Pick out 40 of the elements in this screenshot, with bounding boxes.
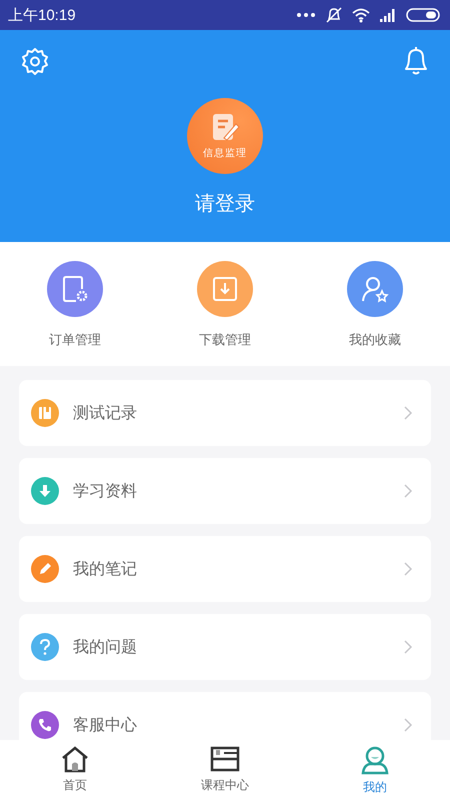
chevron-right-icon — [403, 639, 413, 655]
menu-label: 客服中心 — [73, 714, 138, 736]
home-icon — [60, 745, 90, 773]
notification-bell-icon[interactable] — [402, 46, 430, 76]
settings-icon[interactable] — [19, 46, 51, 78]
chevron-right-icon — [403, 561, 413, 577]
action-label: 我的收藏 — [349, 332, 401, 349]
chevron-right-icon — [403, 717, 413, 733]
menu-item[interactable]: 我的笔记 — [19, 536, 431, 602]
menu-label: 测试记录 — [73, 402, 138, 424]
menu-item[interactable]: 学习资料 — [19, 458, 431, 524]
menu-item[interactable]: 客服中心 — [19, 692, 431, 740]
signal-icon — [379, 8, 397, 22]
battery-icon — [406, 8, 440, 22]
menu-label: 我的问题 — [73, 636, 138, 658]
menu-item[interactable]: 测试记录 — [19, 380, 431, 446]
menu-label: 我的笔记 — [73, 558, 138, 580]
dots-icon — [296, 12, 316, 18]
quick-action[interactable]: 我的收藏 — [300, 242, 450, 366]
wifi-icon — [352, 8, 370, 22]
chevron-right-icon — [403, 483, 413, 499]
tab[interactable]: 我的 — [300, 740, 450, 800]
book-icon — [210, 745, 240, 773]
user-star-icon — [360, 274, 390, 304]
menu-item[interactable]: 我的问题 — [19, 614, 431, 680]
download-box-icon — [211, 275, 239, 303]
quick-action[interactable]: 下载管理 — [150, 242, 300, 366]
tablet-gear-icon — [61, 274, 89, 304]
quick-action[interactable]: 订单管理 — [0, 242, 150, 366]
menu-label: 学习资料 — [73, 480, 138, 502]
action-label: 订单管理 — [49, 332, 101, 349]
mute-icon — [325, 7, 343, 23]
status-time: 上午10:19 — [8, 6, 76, 24]
chevron-right-icon — [403, 405, 413, 421]
logo-text: 信息监理 — [203, 146, 247, 160]
tab[interactable]: 首页 — [0, 740, 150, 800]
tab[interactable]: 课程中心 — [150, 740, 300, 800]
action-label: 下载管理 — [199, 332, 251, 349]
login-link[interactable]: 请登录 — [195, 190, 255, 217]
user-icon — [360, 745, 390, 775]
